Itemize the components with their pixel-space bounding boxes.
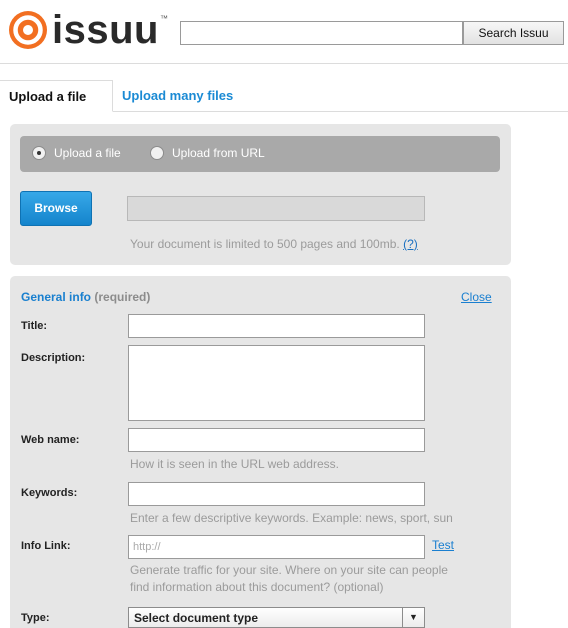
document-type-selected: Select document type — [134, 611, 259, 625]
chevron-down-icon: ▼ — [402, 608, 424, 627]
search-button[interactable]: Search Issuu — [463, 21, 564, 45]
webname-input[interactable] — [128, 428, 425, 452]
upload-file-option[interactable]: Upload a file — [32, 146, 121, 160]
upload-file-radio[interactable] — [32, 146, 46, 160]
upload-panel: Upload a file Upload from URL Browse You… — [10, 124, 511, 265]
upload-mode-bar: Upload a file Upload from URL — [20, 136, 500, 172]
upload-limit-note: Your document is limited to 500 pages an… — [130, 237, 418, 251]
issuu-logo-icon — [9, 11, 47, 49]
document-type-select[interactable]: Select document type ▼ — [128, 607, 425, 628]
general-info-panel: General info (required) Close Title: Des… — [10, 276, 511, 628]
infolink-hint-line-2: find information about this document? (o… — [130, 580, 384, 594]
description-label: Description: — [21, 352, 86, 364]
webname-hint: How it is seen in the URL web address. — [130, 457, 339, 471]
logo-wordmark: issuu — [52, 8, 159, 52]
webname-label: Web name: — [21, 434, 80, 446]
infolink-input[interactable] — [128, 535, 425, 559]
keywords-label: Keywords: — [21, 487, 78, 499]
infolink-test-link[interactable]: Test — [432, 538, 454, 552]
search-input[interactable] — [180, 21, 463, 45]
infolink-hint: Generate traffic for your site. Where on… — [130, 562, 448, 596]
issuu-logo[interactable]: issuu ™ — [8, 10, 168, 50]
help-link[interactable]: (?) — [403, 237, 418, 251]
site-header: issuu ™ Search Issuu — [0, 0, 568, 64]
required-note: (required) — [94, 290, 151, 304]
close-link[interactable]: Close — [461, 290, 492, 304]
general-info-heading: General info (required) — [21, 290, 150, 304]
keywords-input[interactable] — [128, 482, 425, 506]
description-textarea[interactable] — [128, 345, 425, 421]
infolink-hint-line-1: Generate traffic for your site. Where on… — [130, 563, 448, 577]
title-label: Title: — [21, 320, 48, 332]
title-input[interactable] — [128, 314, 425, 338]
type-label: Type: — [21, 612, 50, 624]
upload-tabs: Upload a file Upload many files — [0, 80, 568, 112]
upload-file-option-label: Upload a file — [54, 146, 121, 160]
upload-url-radio[interactable] — [150, 146, 164, 160]
general-info-title: General info — [21, 290, 92, 304]
upload-url-option-label: Upload from URL — [172, 146, 265, 160]
infolink-label: Info Link: — [21, 540, 71, 552]
tab-upload-many-files[interactable]: Upload many files — [122, 80, 233, 112]
limit-note-text: Your document is limited to 500 pages an… — [130, 237, 400, 251]
file-path-field — [127, 196, 425, 221]
keywords-hint: Enter a few descriptive keywords. Exampl… — [130, 511, 453, 525]
tab-upload-a-file[interactable]: Upload a file — [0, 80, 113, 112]
logo-trademark: ™ — [159, 14, 168, 23]
upload-url-option[interactable]: Upload from URL — [150, 146, 265, 160]
browse-button[interactable]: Browse — [20, 191, 92, 226]
